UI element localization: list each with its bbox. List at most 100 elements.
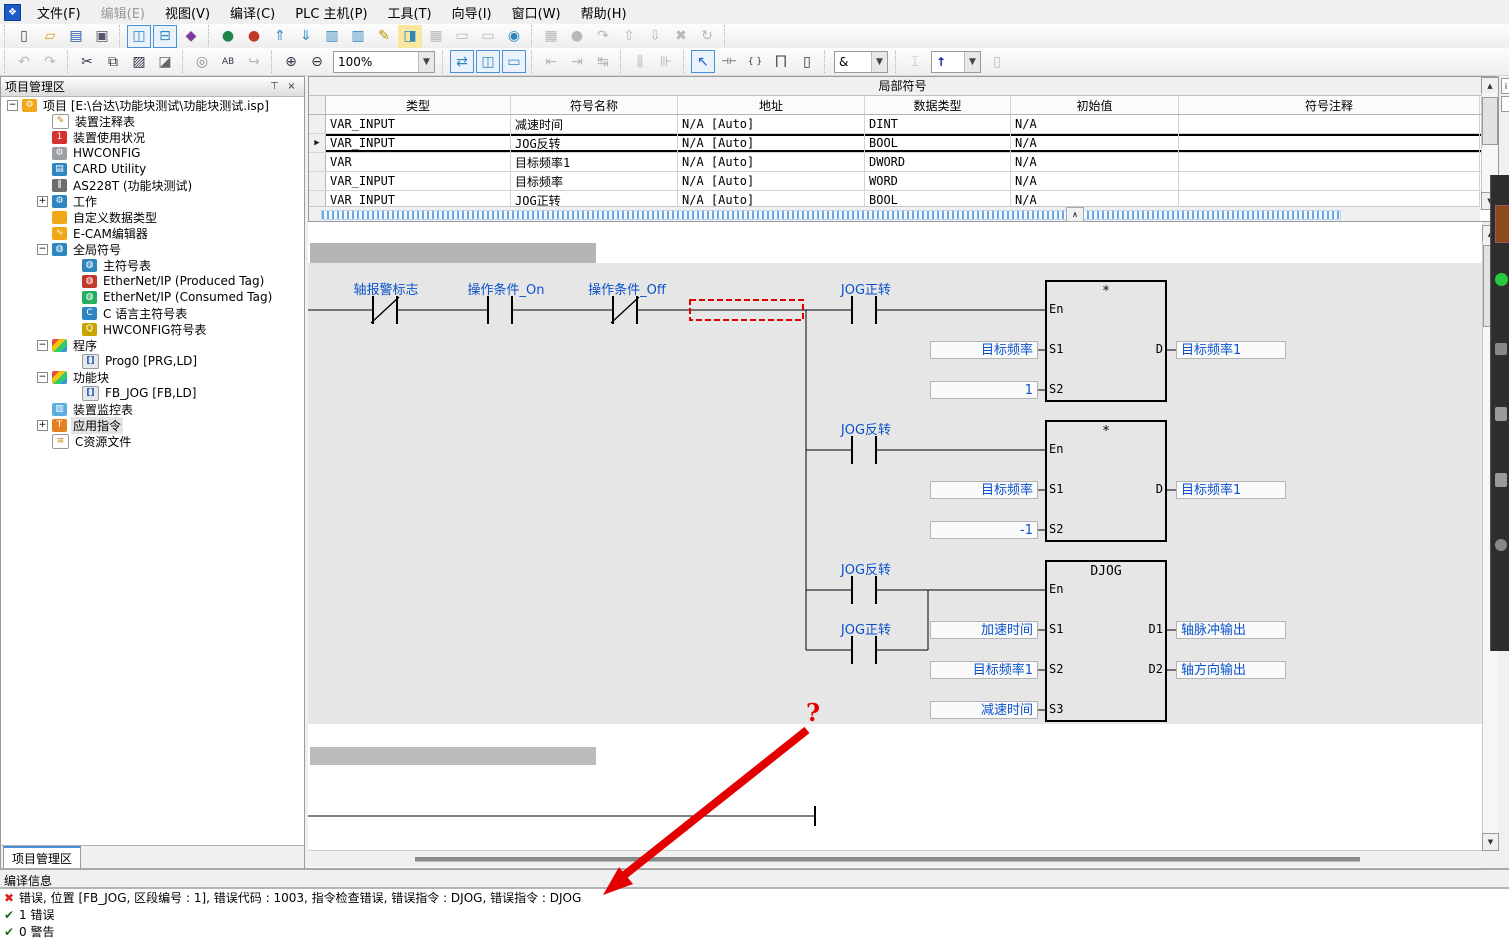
editor-hscrollbar[interactable] (308, 850, 1482, 867)
symbol-row-3[interactable]: VAR目标频率1N/A [Auto]DWORDN/A (309, 153, 1496, 172)
collapse-icon[interactable]: − (7, 100, 18, 111)
tree-item-global-symbols[interactable]: −◍全局符号 (1, 241, 304, 257)
tree-item-applied-instructions[interactable]: +T应用指令 (1, 417, 304, 433)
symbol-cell[interactable]: VAR (326, 153, 511, 171)
tree-item-main-symbol-table[interactable]: ◍主符号表 (1, 257, 304, 273)
symbol-cell[interactable]: N/A [Auto] (678, 115, 865, 133)
contact-label[interactable]: 操作条件_Off (567, 279, 687, 298)
block-tool-icon[interactable]: ▯ (795, 50, 819, 73)
contact-label[interactable]: JOG反转 (806, 419, 926, 438)
tree-item-plc-model[interactable]: ⫼AS228T (功能块测试) (1, 177, 304, 193)
block-title[interactable]: * (1046, 424, 1166, 439)
contact-label[interactable]: JOG反转 (806, 559, 926, 578)
step-into-icon[interactable]: ↷ (591, 25, 615, 48)
zoom-in-icon[interactable]: ⊕ (279, 50, 303, 73)
cut-icon[interactable]: ✂ (75, 50, 99, 73)
tree-item-function-blocks[interactable]: −功能块 (1, 369, 304, 385)
symbol-cell[interactable]: 减速时间 (511, 115, 678, 133)
network-above-icon[interactable]: ⫼ (628, 50, 652, 73)
operand-output[interactable]: 轴脉冲输出 (1176, 621, 1286, 639)
symbol-cell[interactable]: N/A (1011, 172, 1179, 190)
tree-item-hwconfig-symbol-table[interactable]: QHWCONFIG符号表 (1, 321, 304, 337)
row-selector[interactable] (309, 115, 326, 133)
symbol-cell[interactable]: VAR_INPUT (326, 134, 511, 152)
goto-icon[interactable]: ↪ (242, 50, 266, 73)
save-icon[interactable]: ▤ (64, 25, 88, 48)
replace-icon[interactable]: AB (216, 50, 240, 73)
chevron-down-icon[interactable]: ▼ (418, 52, 434, 72)
open-file-icon[interactable]: ▱ (38, 25, 62, 48)
collapse-icon[interactable]: − (37, 340, 48, 351)
symbol-cell[interactable]: N/A [Auto] (678, 153, 865, 171)
symbol-table-hscrollbar[interactable]: ∧ (309, 206, 1480, 221)
table-view-icon[interactable]: ◫ (476, 50, 500, 73)
monitor-2-icon[interactable]: ▭ (450, 25, 474, 48)
menu-item-7[interactable]: 向导(I) (442, 0, 502, 25)
bookmark-toggle-icon[interactable]: ↹ (591, 50, 615, 73)
break-icon[interactable]: ✖ (669, 25, 693, 48)
row-selector[interactable]: ▶ (309, 134, 326, 152)
online-mode-icon[interactable]: ▥ (320, 25, 344, 48)
symbol-cell[interactable]: JOG反转 (511, 134, 678, 152)
symbol-cell[interactable]: VAR_INPUT (326, 115, 511, 133)
layout-bottom-icon[interactable]: ⊟ (153, 25, 177, 48)
tree-item-project-root[interactable]: −⚙项目 [E:\台达\功能块测试\功能块测试.isp] (1, 97, 304, 113)
upload-icon[interactable]: ⇑ (268, 25, 292, 48)
operand-input[interactable]: 目标频率 (930, 481, 1038, 499)
tree-item-prog0[interactable]: []Prog0 [PRG,LD] (1, 353, 304, 369)
tree-item-fb-jog[interactable]: []FB_JOG [FB,LD] (1, 385, 304, 401)
close-icon[interactable]: × (283, 79, 300, 95)
operand-output[interactable]: 轴方向输出 (1176, 661, 1286, 679)
symbol-row-4[interactable]: VAR_INPUT目标频率N/A [Auto]WORDN/A (309, 172, 1496, 191)
tree-item-device-monitor-table[interactable]: ▥装置监控表 (1, 401, 304, 417)
bookmark-prev-icon[interactable]: ⇤ (539, 50, 563, 73)
tree-item-programs[interactable]: −程序 (1, 337, 304, 353)
contact-label[interactable]: 操作条件_On (446, 279, 566, 298)
step-out-icon[interactable]: ⇩ (643, 25, 667, 48)
operand-input[interactable]: 1 (930, 381, 1038, 399)
tree-item-card-utility[interactable]: ▤CARD Utility (1, 161, 304, 177)
operand-input[interactable]: 减速时间 (930, 701, 1038, 719)
network-split-icon[interactable]: ⌶ (903, 50, 927, 73)
layout-left-icon[interactable]: ◫ (127, 25, 151, 48)
zoom-out-icon[interactable]: ⊖ (305, 50, 329, 73)
menu-item-9[interactable]: 帮助(H) (571, 0, 637, 25)
expand-icon[interactable]: + (37, 420, 48, 431)
expand-icon[interactable]: + (37, 196, 48, 207)
row-selector[interactable] (309, 153, 326, 171)
symbol-cell[interactable]: 目标频率1 (511, 153, 678, 171)
record-icon[interactable]: ● (565, 25, 589, 48)
menu-item-6[interactable]: 工具(T) (378, 0, 442, 25)
contact-tool-icon[interactable]: ⊣⊢ (717, 50, 741, 73)
tree-item-device-comment-table[interactable]: ✎装置注释表 (1, 113, 304, 129)
menu-item-3[interactable]: 视图(V) (155, 0, 220, 25)
compile-message-2[interactable]: ✔1 错误 (0, 906, 1509, 923)
menu-item-2[interactable]: 编辑(E) (91, 0, 155, 25)
symbol-cell[interactable] (1179, 115, 1480, 133)
tree-item-device-usage[interactable]: 1装置使用状况 (1, 129, 304, 145)
contact-label[interactable]: 轴报警标志 (326, 279, 446, 298)
collapse-icon[interactable]: − (37, 372, 48, 383)
network-below-icon[interactable]: ⊪ (654, 50, 678, 73)
monitor-on-icon[interactable]: ◨ (398, 25, 422, 48)
menu-item-8[interactable]: 窗口(W) (502, 0, 571, 25)
monitor-3-icon[interactable]: ▭ (476, 25, 500, 48)
erase-icon[interactable]: ◪ (153, 50, 177, 73)
address-view-icon[interactable]: ⇄ (450, 50, 474, 73)
operand-input[interactable]: -1 (930, 521, 1038, 539)
paste-icon[interactable]: ▨ (127, 50, 151, 73)
symbol-cell[interactable]: BOOL (865, 134, 1011, 152)
collapse-caret-icon[interactable]: ∧ (1066, 207, 1084, 222)
compile-message-3[interactable]: ✔0 警告 (0, 923, 1509, 940)
coil-tool-icon[interactable]: { } (743, 50, 767, 73)
comment-view-icon[interactable]: ▭ (502, 50, 526, 73)
symbol-row-2[interactable]: ▶VAR_INPUTJOG反转N/A [Auto]BOOLN/A (309, 134, 1496, 153)
symbol-cell[interactable]: N/A (1011, 134, 1179, 152)
symbol-combo[interactable]: ↑▼ (931, 51, 981, 73)
tree-item-ecam-editor[interactable]: ∿E-CAM编辑器 (1, 225, 304, 241)
block-title[interactable]: * (1046, 284, 1166, 299)
tree-item-c-symbol-table[interactable]: CC 语言主符号表 (1, 305, 304, 321)
symbol-cell[interactable]: N/A [Auto] (678, 134, 865, 152)
menu-item-5[interactable]: PLC 主机(P) (285, 0, 377, 25)
symbol-cell[interactable]: DINT (865, 115, 1011, 133)
